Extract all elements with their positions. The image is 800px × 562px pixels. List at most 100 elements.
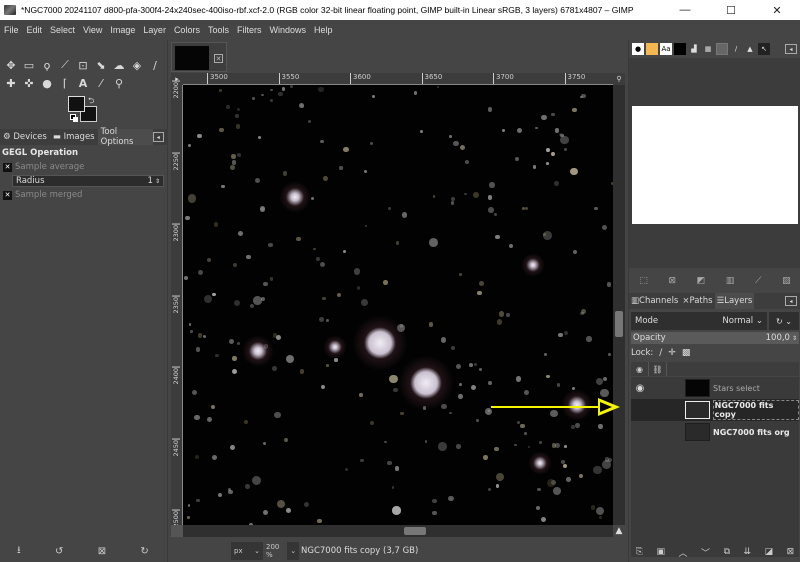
- radius-spinner[interactable]: Radius 1 ⇕: [12, 175, 164, 187]
- vertical-ruler[interactable]: 2200 2250 2300 2350 2400 2450 2500: [171, 81, 183, 528]
- paint-dynamics-tab-icon[interactable]: ∕: [730, 43, 742, 55]
- crop-tool-icon[interactable]: ⊡: [74, 56, 92, 74]
- layer-name[interactable]: Stars select: [713, 384, 760, 393]
- histogram-tab-icon[interactable]: ▟: [688, 43, 700, 55]
- layer-row[interactable]: NGC7000 fits org: [631, 421, 799, 443]
- spin-arrows-icon[interactable]: ⇕: [792, 335, 797, 342]
- pointer-tab-icon[interactable]: ↖: [758, 43, 770, 55]
- zoom-select[interactable]: 200 % ⌄: [263, 541, 299, 560]
- fonts-tab-icon[interactable]: Aa: [660, 43, 672, 55]
- layer-row[interactable]: ◉ Stars select: [631, 377, 799, 399]
- columns-icon[interactable]: ▥: [726, 276, 735, 286]
- raise-layer-icon[interactable]: ︿: [679, 546, 688, 559]
- sample-average-row[interactable]: ✕ Sample average: [0, 160, 166, 174]
- navigate-icon[interactable]: ▲: [613, 525, 625, 537]
- horizontal-scrollbar-thumb[interactable]: [404, 527, 426, 535]
- menu-edit[interactable]: Edit: [27, 25, 43, 35]
- image-canvas[interactable]: [183, 85, 613, 525]
- paths-tool-icon[interactable]: ⌈: [56, 74, 74, 92]
- menu-help[interactable]: Help: [314, 25, 333, 35]
- warp-transform-tool-icon[interactable]: ☁: [110, 56, 128, 74]
- tab-devices[interactable]: ⚙ Devices: [0, 129, 50, 145]
- delete-layer-icon[interactable]: ⊠: [787, 547, 795, 557]
- free-select-tool-icon[interactable]: ϙ: [38, 56, 56, 74]
- image-tab[interactable]: ✕: [171, 42, 227, 72]
- composite-mode-select[interactable]: ↻ ⌄: [769, 312, 799, 330]
- chevron-down-icon[interactable]: ⌄: [287, 541, 299, 560]
- layer-name[interactable]: NGC7000 fits copy: [712, 400, 799, 420]
- vertical-scrollbar-thumb[interactable]: [615, 311, 623, 337]
- text-tool-icon[interactable]: A: [74, 74, 92, 92]
- rect-select-tool-icon[interactable]: ▭: [20, 56, 38, 74]
- zoom-tool-icon[interactable]: ⚲: [110, 74, 128, 92]
- minimize-button[interactable]: —: [662, 0, 708, 20]
- clear-icon[interactable]: ⊠: [669, 276, 677, 286]
- foreground-color-swatch[interactable]: [68, 96, 85, 112]
- smudge-tool-icon[interactable]: ✜: [20, 74, 38, 92]
- colors-tab-icon[interactable]: [674, 43, 686, 55]
- menu-view[interactable]: View: [83, 25, 102, 35]
- menu-select[interactable]: Select: [50, 25, 75, 35]
- paintbrush-tool-icon[interactable]: ∕: [146, 56, 164, 74]
- edit-icon[interactable]: ◩: [697, 276, 706, 286]
- layer-row-selected[interactable]: NGC7000 fits copy: [631, 399, 799, 421]
- visibility-header-icon[interactable]: ◉: [631, 362, 649, 376]
- sample-merged-checkbox[interactable]: ✕: [3, 190, 12, 200]
- dock-menu-button[interactable]: ◂: [152, 132, 164, 142]
- duplicate-layer-icon[interactable]: ⧉: [724, 547, 730, 557]
- path-icon[interactable]: ⟋: [755, 276, 761, 286]
- menu-tools[interactable]: Tools: [208, 25, 229, 35]
- heal-tool-icon[interactable]: ✚: [2, 74, 20, 92]
- gradient-tab-icon[interactable]: [716, 43, 728, 55]
- tab-layers[interactable]: ☰ Layers: [714, 293, 755, 309]
- dodge-burn-tool-icon[interactable]: ●: [38, 74, 56, 92]
- dock-menu-button[interactable]: ◂: [785, 44, 797, 54]
- horizontal-ruler[interactable]: 3500 3550 3600 3650 3700 3750: [183, 73, 613, 85]
- lock-position-icon[interactable]: ✛: [668, 348, 676, 358]
- spin-arrows-icon[interactable]: ⇕: [155, 178, 160, 185]
- lock-alpha-icon[interactable]: ▩: [682, 348, 691, 358]
- sample-merged-row[interactable]: ✕ Sample merged: [0, 188, 166, 202]
- lower-layer-icon[interactable]: ﹀: [701, 546, 710, 559]
- tool-presets-tab-icon[interactable]: ▲: [744, 43, 756, 55]
- horizontal-scrollbar[interactable]: [183, 525, 613, 537]
- menu-file[interactable]: File: [4, 25, 19, 35]
- palettes-tab-icon[interactable]: ▦: [702, 43, 714, 55]
- layer-name[interactable]: NGC7000 fits org: [713, 428, 790, 437]
- quick-mask-toggle[interactable]: [171, 525, 183, 537]
- layer-mode-select[interactable]: Mode Normal ⌄: [631, 312, 767, 330]
- stroke-icon[interactable]: ▨: [782, 276, 791, 286]
- restore-preset-icon[interactable]: ↺: [55, 546, 63, 557]
- chain-header-icon[interactable]: ⛓: [649, 362, 667, 376]
- delete-preset-icon[interactable]: ⊠: [98, 546, 106, 557]
- lock-pixels-icon[interactable]: ∕: [659, 348, 662, 358]
- tab-channels[interactable]: ▥ Channels: [629, 293, 680, 309]
- zoom-image-icon[interactable]: ⚲: [613, 73, 625, 85]
- menu-layer[interactable]: Layer: [143, 25, 166, 35]
- merge-down-icon[interactable]: ⇊: [744, 547, 752, 557]
- color-picker-tool-icon[interactable]: ⁄: [92, 74, 110, 92]
- menu-colors[interactable]: Colors: [174, 25, 200, 35]
- move-tool-icon[interactable]: ✥: [2, 56, 20, 74]
- selection-icon[interactable]: ⬚: [639, 276, 648, 286]
- reset-tool-options-icon[interactable]: ↻: [140, 546, 148, 557]
- opacity-slider[interactable]: Opacity 100,0 ⇕: [631, 332, 799, 344]
- tab-tool-options[interactable]: Tool Options: [97, 127, 153, 147]
- unit-select[interactable]: px ⌄: [231, 541, 263, 560]
- bucket-fill-tool-icon[interactable]: ◈: [128, 56, 146, 74]
- tab-paths[interactable]: ⨯ Paths: [680, 293, 714, 309]
- close-button[interactable]: ✕: [754, 0, 800, 20]
- unified-transform-tool-icon[interactable]: ⬊: [92, 56, 110, 74]
- add-mask-icon[interactable]: ◪: [765, 547, 774, 557]
- menu-windows[interactable]: Windows: [269, 25, 306, 35]
- close-image-icon[interactable]: ✕: [214, 54, 223, 63]
- new-layer-icon[interactable]: ⎘: [636, 547, 643, 557]
- dock-menu-button[interactable]: ◂: [785, 296, 797, 306]
- brushes-tab-icon[interactable]: ●: [632, 43, 644, 55]
- new-layer-group-icon[interactable]: ▣: [656, 547, 665, 557]
- sample-average-checkbox[interactable]: ✕: [3, 162, 12, 172]
- menu-image[interactable]: Image: [110, 25, 135, 35]
- fuzzy-select-tool-icon[interactable]: ⟋: [56, 56, 74, 74]
- save-preset-icon[interactable]: ⭳: [17, 543, 21, 560]
- eye-icon[interactable]: ◉: [631, 383, 649, 394]
